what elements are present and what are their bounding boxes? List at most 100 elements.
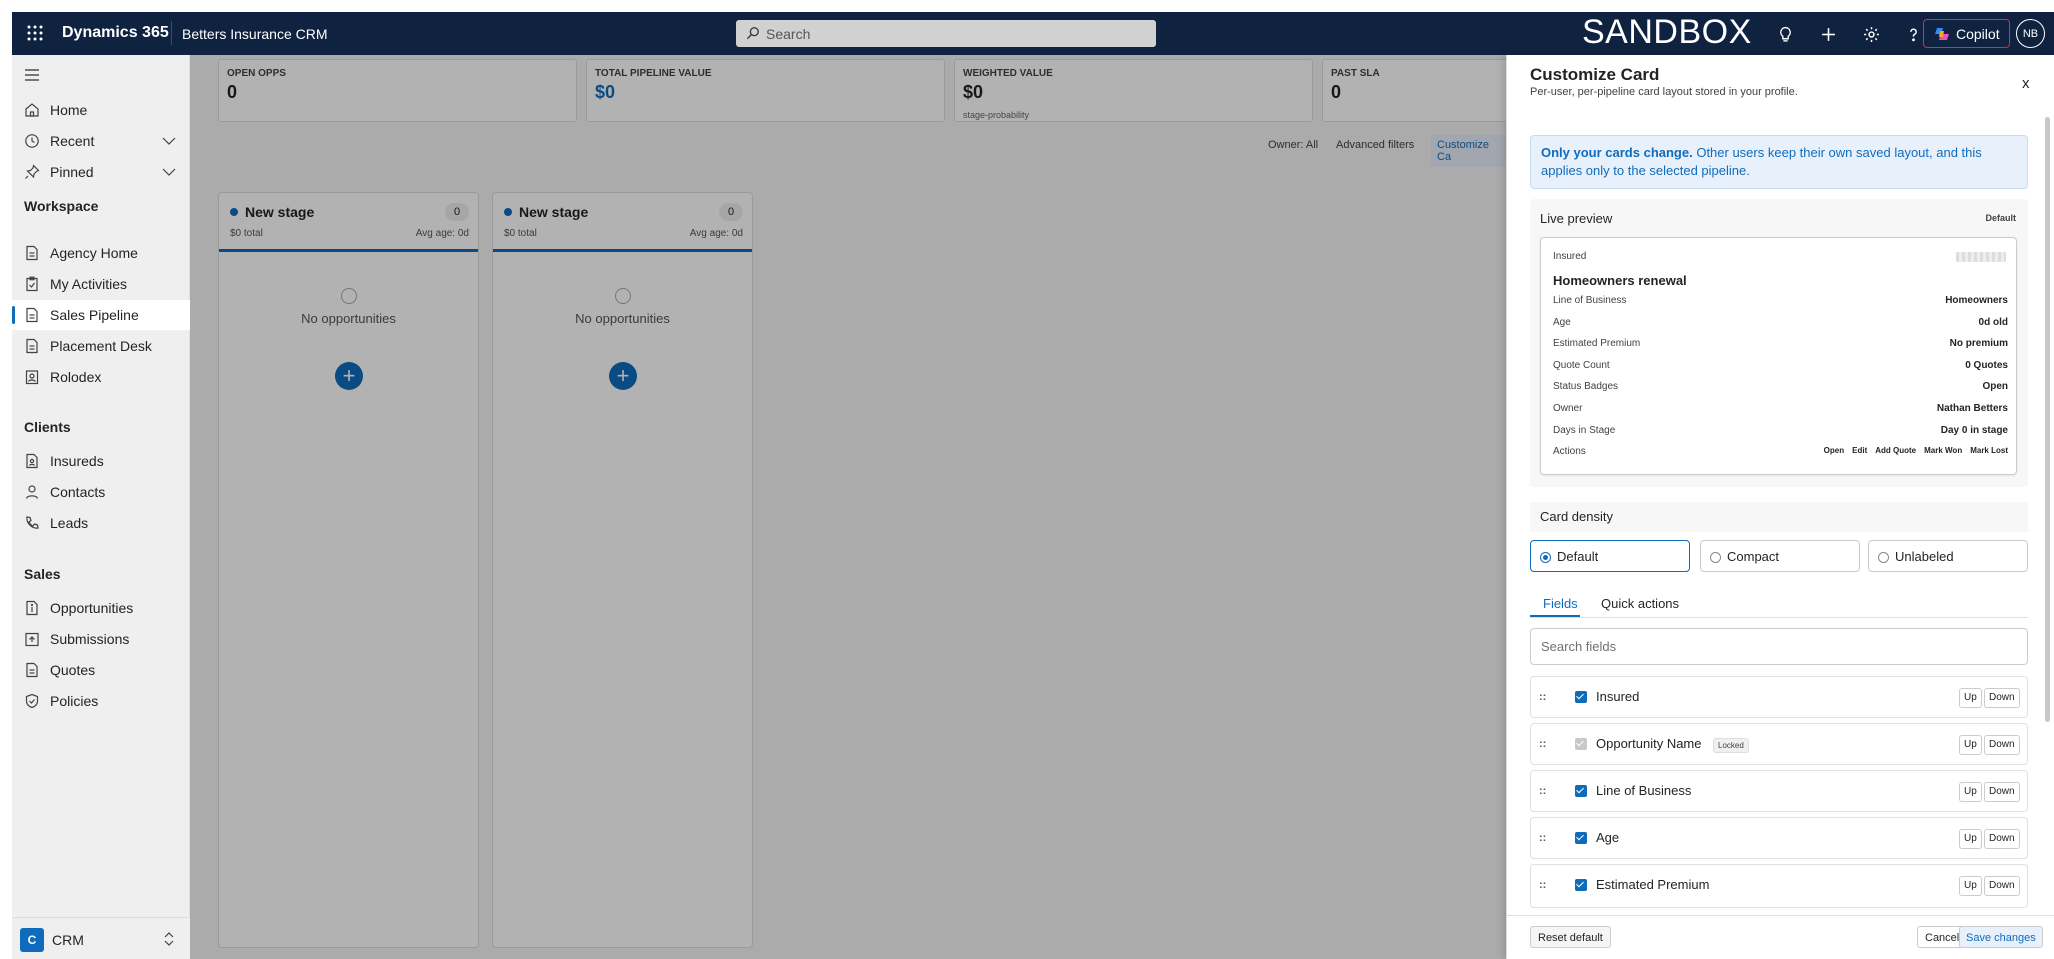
move-up-button[interactable]: Up bbox=[1959, 782, 1982, 802]
sidebar: Home Recent Pinned Workspace Agency Home… bbox=[12, 55, 190, 959]
sidebar-item-label: Policies bbox=[50, 693, 99, 709]
panel-footer: Reset default Cancel Save changes bbox=[1507, 915, 2054, 959]
app-name[interactable]: Betters Insurance CRM bbox=[182, 26, 328, 42]
preview-row: Owner Nathan Betters bbox=[1553, 403, 2008, 419]
sidebar-item-policies[interactable]: Policies bbox=[12, 686, 190, 716]
app-launcher-icon[interactable] bbox=[22, 20, 48, 46]
preview-action-mark-lost: Mark Lost bbox=[1970, 446, 2008, 455]
field-row-insured[interactable]: :: Insured Up Down bbox=[1530, 676, 2028, 718]
field-name: Age bbox=[1596, 830, 1620, 845]
sidebar-item-home[interactable]: Home bbox=[12, 95, 190, 125]
save-changes-button[interactable]: Save changes bbox=[1959, 926, 2043, 948]
chevron-down-icon[interactable] bbox=[162, 166, 176, 178]
drag-handle-icon[interactable]: :: bbox=[1539, 738, 1546, 750]
sidebar-item-contacts[interactable]: Contacts bbox=[12, 477, 190, 507]
gear-icon[interactable] bbox=[1860, 23, 1882, 45]
preview-actions-label: Actions bbox=[1553, 446, 1586, 457]
sidebar-item-opportunities[interactable]: Opportunities bbox=[12, 593, 190, 623]
preview-row-value: 0d old bbox=[1978, 317, 2008, 328]
preview-action-edit: Edit bbox=[1852, 446, 1868, 455]
sidebar-item-sales-pipeline[interactable]: Sales Pipeline bbox=[12, 300, 190, 330]
sidebar-item-pinned[interactable]: Pinned bbox=[12, 157, 190, 187]
field-checkbox[interactable] bbox=[1575, 832, 1587, 844]
preview-row: Actions Open Edit Add Quote Mark Won Mar… bbox=[1553, 446, 2008, 462]
user-avatar[interactable]: NB bbox=[2016, 19, 2045, 48]
clock-icon bbox=[25, 134, 39, 148]
move-down-button[interactable]: Down bbox=[1984, 829, 2020, 849]
field-row-estimated-premium[interactable]: :: Estimated Premium Up Down bbox=[1530, 864, 2028, 908]
radio-icon bbox=[1878, 552, 1889, 563]
move-down-button[interactable]: Down bbox=[1984, 688, 2020, 708]
field-checkbox[interactable] bbox=[1575, 785, 1587, 797]
move-up-button[interactable]: Up bbox=[1959, 735, 1982, 755]
sidebar-item-insureds[interactable]: Insureds bbox=[12, 446, 190, 476]
sidebar-item-submissions[interactable]: Submissions bbox=[12, 624, 190, 654]
document-icon bbox=[26, 307, 38, 323]
customize-card-panel: Customize Card Per-user, per-pipeline ca… bbox=[1506, 55, 2054, 959]
preview-row: Quote Count 0 Quotes bbox=[1553, 360, 2008, 376]
preview-row: Age 0d old bbox=[1553, 317, 2008, 333]
radio-selected-icon bbox=[1540, 552, 1551, 563]
sidebar-item-recent[interactable]: Recent bbox=[12, 126, 190, 156]
field-name: Insured bbox=[1596, 689, 1640, 704]
close-button[interactable]: x bbox=[2022, 75, 2030, 92]
tab-fields[interactable]: Fields bbox=[1541, 592, 1580, 615]
chevron-down-icon[interactable] bbox=[162, 135, 176, 147]
sidebar-item-leads[interactable]: Leads bbox=[12, 508, 190, 538]
area-name: CRM bbox=[52, 932, 84, 948]
field-row-line-of-business[interactable]: :: Line of Business Up Down bbox=[1530, 770, 2028, 812]
drag-handle-icon[interactable]: :: bbox=[1539, 879, 1546, 891]
global-search-input[interactable]: Search bbox=[736, 20, 1156, 47]
field-name: Estimated Premium bbox=[1596, 877, 1710, 892]
preview-row-value: No premium bbox=[1949, 338, 2008, 349]
area-switcher[interactable]: C CRM bbox=[12, 917, 190, 959]
field-checkbox[interactable] bbox=[1575, 691, 1587, 703]
preview-action-add-quote: Add Quote bbox=[1875, 446, 1917, 455]
sidebar-section-clients: Clients bbox=[24, 419, 71, 435]
drag-handle-icon[interactable]: :: bbox=[1539, 691, 1546, 703]
preview-opportunity-name: Homeowners renewal bbox=[1553, 273, 1687, 288]
person-icon bbox=[25, 485, 39, 499]
sidebar-item-my-activities[interactable]: My Activities bbox=[12, 269, 190, 299]
move-up-button[interactable]: Up bbox=[1959, 876, 1982, 896]
sidebar-item-label: Insureds bbox=[50, 453, 104, 469]
sidebar-item-rolodex[interactable]: Rolodex bbox=[12, 362, 190, 392]
sidebar-item-agency-home[interactable]: Agency Home bbox=[12, 238, 190, 268]
sidebar-item-quotes[interactable]: Quotes bbox=[12, 655, 190, 685]
move-up-button[interactable]: Up bbox=[1959, 688, 1982, 708]
product-brand[interactable]: Dynamics 365 bbox=[62, 24, 169, 42]
copilot-label: Copilot bbox=[1956, 25, 2000, 42]
preview-row: Line of Business Homeowners bbox=[1553, 295, 2008, 311]
modal-overlay[interactable] bbox=[190, 55, 1506, 959]
move-down-button[interactable]: Down bbox=[1984, 782, 2020, 802]
clipboard-icon bbox=[26, 276, 38, 292]
hamburger-menu-icon[interactable] bbox=[24, 67, 44, 83]
preview-row-value: Homeowners bbox=[1945, 295, 2008, 306]
lightbulb-icon[interactable] bbox=[1774, 23, 1796, 45]
sidebar-item-placement-desk[interactable]: Placement Desk bbox=[12, 331, 190, 361]
top-bar: Dynamics 365 Betters Insurance CRM Searc… bbox=[12, 12, 2054, 55]
density-option-default[interactable]: Default bbox=[1530, 540, 1690, 572]
drag-handle-icon[interactable]: :: bbox=[1539, 785, 1546, 797]
panel-scrollbar[interactable] bbox=[2045, 117, 2050, 722]
panel-subtitle: Per-user, per-pipeline card layout store… bbox=[1530, 86, 1798, 98]
search-fields-input[interactable]: Search fields bbox=[1530, 628, 2028, 665]
chevron-up-down-icon bbox=[164, 932, 174, 946]
panel-title: Customize Card bbox=[1530, 65, 1660, 84]
reset-default-button[interactable]: Reset default bbox=[1530, 926, 1611, 948]
move-down-button[interactable]: Down bbox=[1984, 876, 2020, 896]
search-icon bbox=[746, 27, 759, 40]
move-down-button[interactable]: Down bbox=[1984, 735, 2020, 755]
drag-handle-icon[interactable]: :: bbox=[1539, 832, 1546, 844]
density-option-compact[interactable]: Compact bbox=[1700, 540, 1860, 572]
field-checkbox[interactable] bbox=[1575, 879, 1587, 891]
help-icon[interactable] bbox=[1902, 23, 1924, 45]
move-up-button[interactable]: Up bbox=[1959, 829, 1982, 849]
copilot-button[interactable]: Copilot bbox=[1923, 19, 2010, 48]
sidebar-section-sales: Sales bbox=[24, 566, 61, 582]
field-row-opportunity-name[interactable]: :: Opportunity Name Locked Up Down bbox=[1530, 723, 2028, 765]
field-row-age[interactable]: :: Age Up Down bbox=[1530, 817, 2028, 859]
density-option-unlabeled[interactable]: Unlabeled bbox=[1868, 540, 2028, 572]
tab-quick-actions[interactable]: Quick actions bbox=[1599, 592, 1681, 615]
plus-icon[interactable] bbox=[1817, 23, 1839, 45]
